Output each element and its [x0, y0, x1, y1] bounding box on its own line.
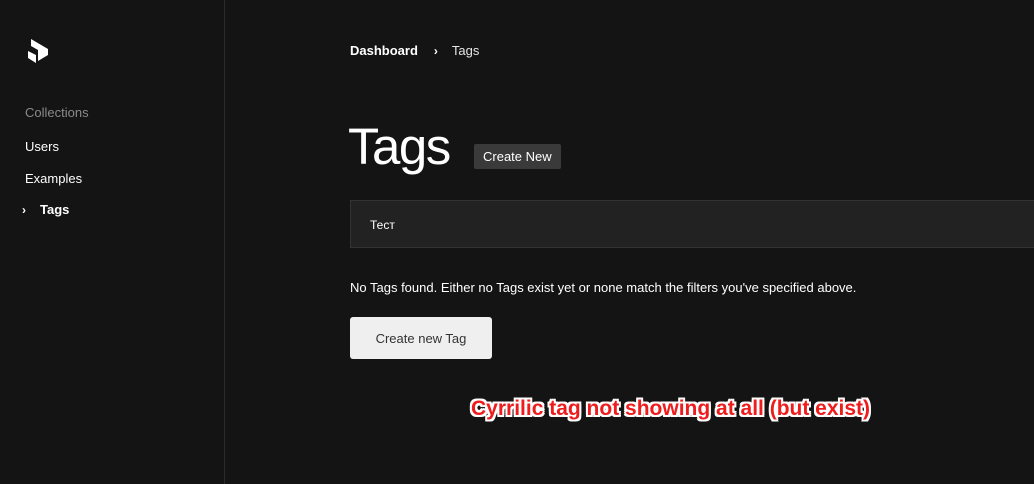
breadcrumb-current: Tags	[451, 43, 480, 58]
sidebar-item-examples[interactable]: Examples	[25, 171, 82, 186]
sidebar-item-users[interactable]: Users	[25, 139, 59, 154]
payload-logo-icon[interactable]	[26, 39, 48, 63]
sidebar-item-label: Tags	[40, 202, 70, 217]
empty-state-message: No Tags found. Either no Tags exist yet …	[350, 280, 857, 295]
app-root: Collections Users Examples › Tags Dashbo…	[0, 0, 1034, 484]
filter-value: Тест	[370, 218, 395, 232]
sidebar-item-tags[interactable]: › Tags	[22, 202, 69, 217]
chevron-right-icon: ›	[433, 43, 438, 58]
breadcrumb: Dashboard › Tags	[350, 43, 479, 58]
chevron-right-icon: ›	[22, 202, 26, 217]
create-new-tag-button[interactable]: Create new Tag	[350, 317, 492, 359]
sidebar: Collections Users Examples › Tags	[0, 0, 225, 484]
sidebar-heading: Collections	[25, 105, 89, 120]
page-title: Tags	[348, 118, 451, 175]
annotation-label: Cyrrilic tag not showing at all (but exi…	[471, 397, 871, 420]
filter-row[interactable]: Тест	[350, 200, 1034, 248]
breadcrumb-dashboard-link[interactable]: Dashboard	[350, 43, 418, 58]
create-new-button[interactable]: Create New	[474, 144, 561, 169]
